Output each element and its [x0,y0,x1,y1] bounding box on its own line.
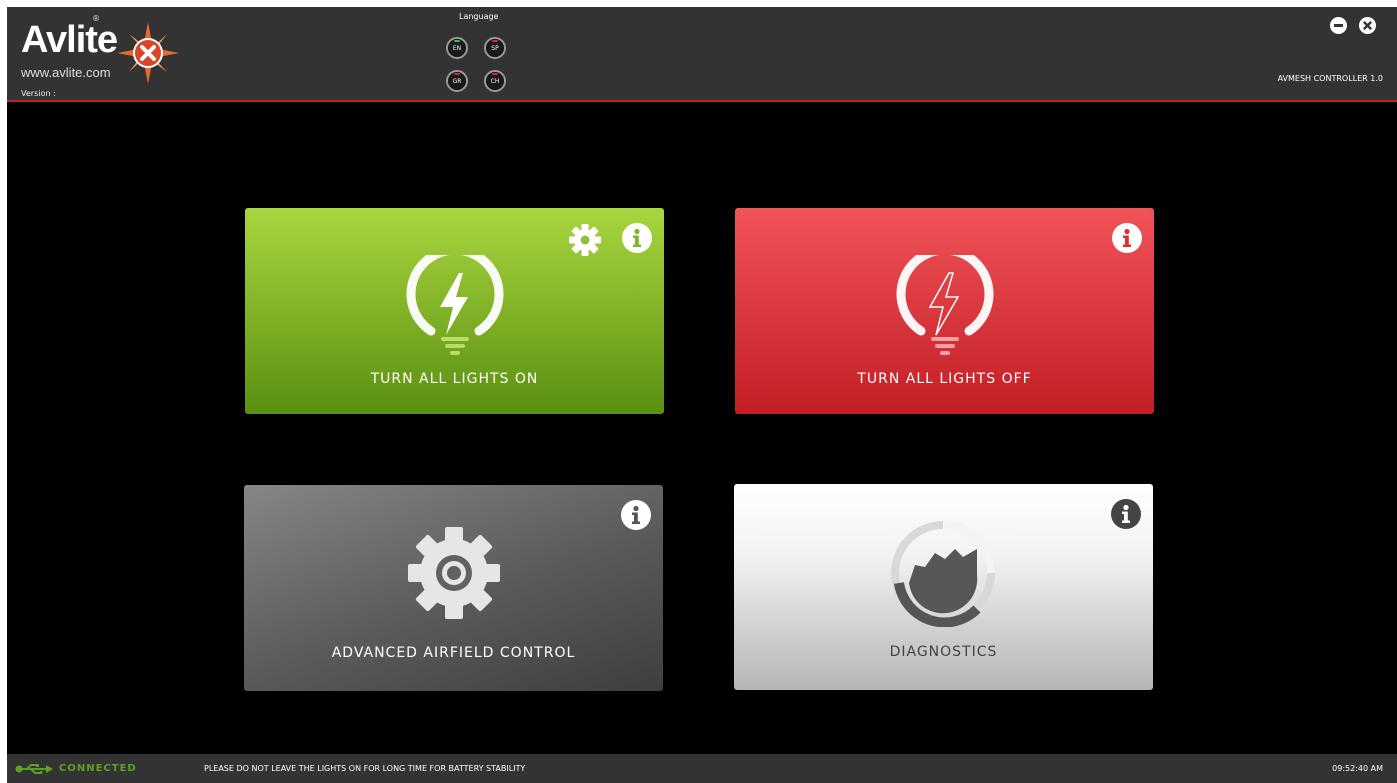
language-ch-button[interactable]: CH [484,70,506,92]
close-icon[interactable] [1359,17,1376,34]
turn-all-lights-on-label: TURN ALL LIGHTS ON [370,371,539,387]
language-sp-indicator [492,40,498,42]
diagnostics-info-icon[interactable] [1111,499,1141,529]
gear-icon [408,527,500,619]
language-en-indicator [454,40,460,42]
advanced-airfield-control-tile[interactable]: ADVANCED AIRFIELD CONTROL [244,485,663,691]
status-bar: CONNECTED PLEASE DO NOT LEAVE THE LIGHTS… [7,754,1397,783]
lightbulb-bolt-outline-icon [896,255,994,355]
turn-all-lights-off-tile[interactable]: TURN ALL LIGHTS OFF [735,208,1154,414]
lights-off-info-icon[interactable] [1112,223,1142,253]
language-ch-indicator [492,73,498,75]
lightbulb-bolt-icon [406,255,504,355]
turn-all-lights-on-tile[interactable]: TURN ALL LIGHTS ON [245,208,664,414]
minimize-icon[interactable] [1330,17,1347,34]
language-sp-label: SP [491,44,499,52]
clock: 09:52:40 AM [1332,764,1383,773]
logo-registered-mark: ® [92,14,100,23]
lights-on-info-icon[interactable] [622,223,652,253]
language-gr-indicator [454,73,460,75]
language-ch-label: CH [490,77,500,85]
logo-wordmark: Avlite [21,19,118,61]
diagnostics-label: DIAGNOSTICS [889,644,998,660]
language-sp-button[interactable]: SP [484,37,506,59]
language-title: Language [459,12,499,21]
logo-url: www.avlite.com [21,65,111,80]
status-message: PLEASE DO NOT LEAVE THE LIGHTS ON FOR LO… [204,764,526,773]
advanced-info-icon[interactable] [621,500,651,530]
language-en-button[interactable]: EN [446,37,468,59]
usb-icon [15,764,53,774]
avlite-compass-logo-icon [117,22,179,84]
version-label: Version : [21,89,56,98]
language-gr-button[interactable]: GR [446,70,468,92]
language-en-label: EN [452,44,462,52]
app-name-label: AVMESH CONTROLLER 1.0 [1277,74,1383,83]
header-bar: Avlite ® www.avlite.com Version : Langua… [7,7,1397,102]
diagnostics-gauge-icon [891,521,995,627]
language-gr-label: GR [452,77,462,85]
turn-all-lights-off-label: TURN ALL LIGHTS OFF [857,371,1032,387]
app-window: Avlite ® www.avlite.com Version : Langua… [7,7,1397,783]
settings-gear-icon[interactable] [568,223,602,257]
advanced-airfield-control-label: ADVANCED AIRFIELD CONTROL [331,645,576,661]
connection-status: CONNECTED [59,763,137,774]
diagnostics-tile[interactable]: DIAGNOSTICS [734,484,1153,690]
